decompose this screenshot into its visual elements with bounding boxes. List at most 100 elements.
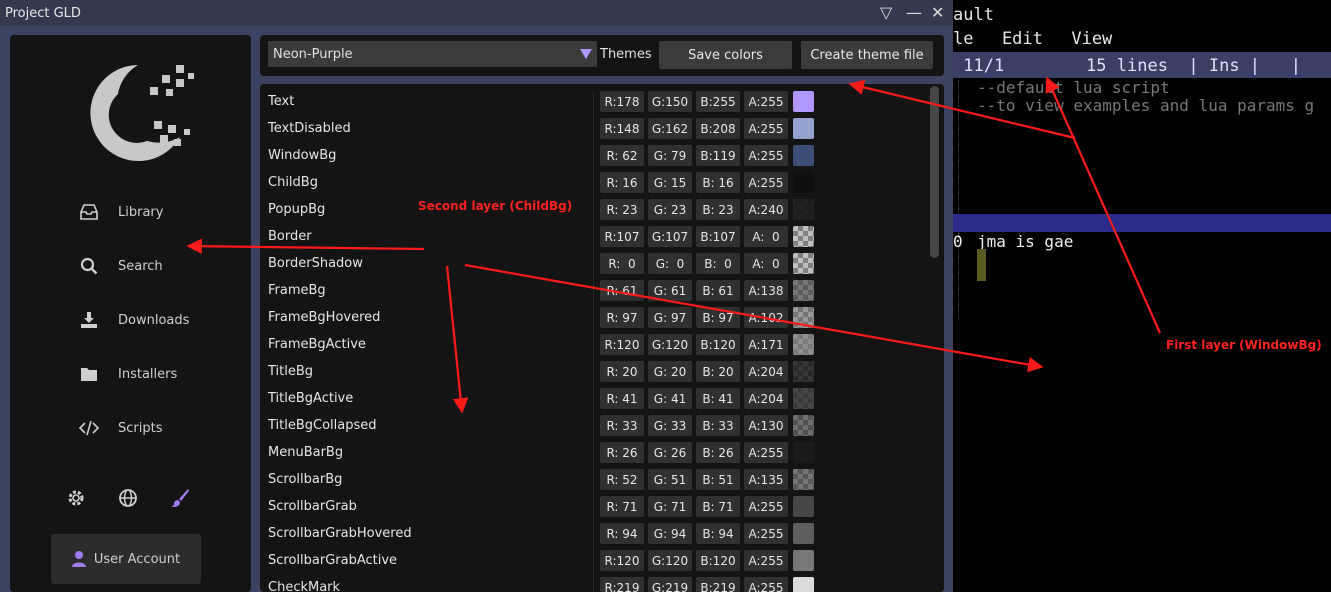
color-channel-b-input[interactable]: B: 23 [696, 199, 740, 220]
color-channel-r-input[interactable]: R:148 [600, 118, 644, 139]
color-channel-g-input[interactable]: G:162 [648, 118, 692, 139]
color-channel-a-input[interactable]: A:255 [744, 118, 788, 139]
color-channel-b-input[interactable]: B: 16 [696, 172, 740, 193]
color-channel-a-input[interactable]: A:102 [744, 307, 788, 328]
color-swatch[interactable] [793, 361, 814, 382]
color-channel-g-input[interactable]: G: 33 [648, 415, 692, 436]
color-channel-b-input[interactable]: B: 26 [696, 442, 740, 463]
color-swatch[interactable] [793, 172, 814, 193]
color-channel-a-input[interactable]: A: 0 [744, 253, 788, 274]
color-swatch[interactable] [793, 334, 814, 355]
editor-code-line[interactable]: --to view examples and lua params g [977, 96, 1314, 115]
color-channel-b-input[interactable]: B: 0 [696, 253, 740, 274]
color-channel-a-input[interactable]: A:255 [744, 145, 788, 166]
color-channel-r-input[interactable]: R: 71 [600, 496, 644, 517]
color-channel-g-input[interactable]: G: 51 [648, 469, 692, 490]
color-channel-r-input[interactable]: R: 23 [600, 199, 644, 220]
color-channel-a-input[interactable]: A:255 [744, 91, 788, 112]
color-channel-a-input[interactable]: A:138 [744, 280, 788, 301]
color-channel-r-input[interactable]: R: 62 [600, 145, 644, 166]
color-channel-g-input[interactable]: G: 0 [648, 253, 692, 274]
color-channel-b-input[interactable]: B: 97 [696, 307, 740, 328]
editor-menubar[interactable]: le Edit View [953, 29, 1112, 49]
color-channel-r-input[interactable]: R:120 [600, 334, 644, 355]
color-channel-r-input[interactable]: R: 16 [600, 172, 644, 193]
color-channel-r-input[interactable]: R: 0 [600, 253, 644, 274]
color-channel-a-input[interactable]: A:130 [744, 415, 788, 436]
color-swatch[interactable] [793, 550, 814, 571]
color-swatch[interactable] [793, 199, 814, 220]
color-channel-g-input[interactable]: G: 94 [648, 523, 692, 544]
color-channel-b-input[interactable]: B: 94 [696, 523, 740, 544]
color-channel-r-input[interactable]: R: 26 [600, 442, 644, 463]
color-swatch[interactable] [793, 280, 814, 301]
color-channel-b-input[interactable]: B:107 [696, 226, 740, 247]
color-channel-r-input[interactable]: R: 94 [600, 523, 644, 544]
color-swatch[interactable] [793, 469, 814, 490]
color-channel-g-input[interactable]: G: 20 [648, 361, 692, 382]
color-channel-a-input[interactable]: A:255 [744, 172, 788, 193]
color-channel-g-input[interactable]: G:120 [648, 550, 692, 571]
color-channel-a-input[interactable]: A:255 [744, 523, 788, 544]
color-swatch[interactable] [793, 253, 814, 274]
globe-icon[interactable] [117, 487, 139, 509]
color-channel-g-input[interactable]: G: 41 [648, 388, 692, 409]
color-channel-b-input[interactable]: B: 20 [696, 361, 740, 382]
brush-icon[interactable] [169, 487, 191, 509]
color-channel-r-input[interactable]: R: 61 [600, 280, 644, 301]
color-channel-g-input[interactable]: G: 97 [648, 307, 692, 328]
color-channel-r-input[interactable]: R:178 [600, 91, 644, 112]
color-channel-g-input[interactable]: G:120 [648, 334, 692, 355]
color-channel-b-input[interactable]: B: 33 [696, 415, 740, 436]
color-channel-b-input[interactable]: B:120 [696, 334, 740, 355]
color-channel-r-input[interactable]: R:219 [600, 577, 644, 592]
color-channel-a-input[interactable]: A:255 [744, 550, 788, 571]
color-channel-b-input[interactable]: B:255 [696, 91, 740, 112]
color-swatch[interactable] [793, 415, 814, 436]
color-channel-a-input[interactable]: A:255 [744, 577, 788, 592]
color-channel-b-input[interactable]: B:208 [696, 118, 740, 139]
color-channel-g-input[interactable]: G:219 [648, 577, 692, 592]
color-channel-g-input[interactable]: G: 23 [648, 199, 692, 220]
theme-select[interactable]: Neon-Purple [268, 41, 597, 67]
color-channel-a-input[interactable]: A:255 [744, 442, 788, 463]
color-channel-a-input[interactable]: A:135 [744, 469, 788, 490]
color-swatch[interactable] [793, 118, 814, 139]
color-swatch[interactable] [793, 307, 814, 328]
color-channel-b-input[interactable]: B: 61 [696, 280, 740, 301]
save-colors-button[interactable]: Save colors [659, 41, 792, 69]
color-swatch[interactable] [793, 442, 814, 463]
scrollbar-thumb[interactable] [930, 86, 939, 258]
color-channel-r-input[interactable]: R: 52 [600, 469, 644, 490]
close-button[interactable]: ✕ [931, 3, 944, 22]
color-channel-a-input[interactable]: A:255 [744, 496, 788, 517]
color-swatch[interactable] [793, 145, 814, 166]
color-channel-g-input[interactable]: G: 61 [648, 280, 692, 301]
color-channel-b-input[interactable]: B: 41 [696, 388, 740, 409]
user-account-button[interactable]: User Account [51, 534, 201, 584]
color-channel-r-input[interactable]: R:107 [600, 226, 644, 247]
color-channel-r-input[interactable]: R: 20 [600, 361, 644, 382]
editor-code-line[interactable]: --default lua script [977, 78, 1170, 97]
color-channel-g-input[interactable]: G:150 [648, 91, 692, 112]
sidebar-item-installers[interactable]: Installers [78, 362, 177, 386]
color-channel-a-input[interactable]: A:240 [744, 199, 788, 220]
minimize-button[interactable]: — [906, 3, 922, 22]
color-channel-b-input[interactable]: B:219 [696, 577, 740, 592]
color-channel-a-input[interactable]: A:204 [744, 361, 788, 382]
color-channel-b-input[interactable]: B:119 [696, 145, 740, 166]
sidebar-item-scripts[interactable]: Scripts [78, 416, 162, 440]
color-channel-g-input[interactable]: G: 71 [648, 496, 692, 517]
color-channel-r-input[interactable]: R: 41 [600, 388, 644, 409]
color-swatch[interactable] [793, 577, 814, 592]
color-channel-b-input[interactable]: B: 71 [696, 496, 740, 517]
chevron-down-icon[interactable] [575, 41, 597, 67]
color-swatch[interactable] [793, 496, 814, 517]
color-channel-g-input[interactable]: G: 15 [648, 172, 692, 193]
color-channel-a-input[interactable]: A:204 [744, 388, 788, 409]
color-channel-a-input[interactable]: A:171 [744, 334, 788, 355]
gear-icon[interactable] [65, 487, 87, 509]
color-channel-b-input[interactable]: B: 51 [696, 469, 740, 490]
color-channel-b-input[interactable]: B:120 [696, 550, 740, 571]
color-channel-g-input[interactable]: G: 79 [648, 145, 692, 166]
